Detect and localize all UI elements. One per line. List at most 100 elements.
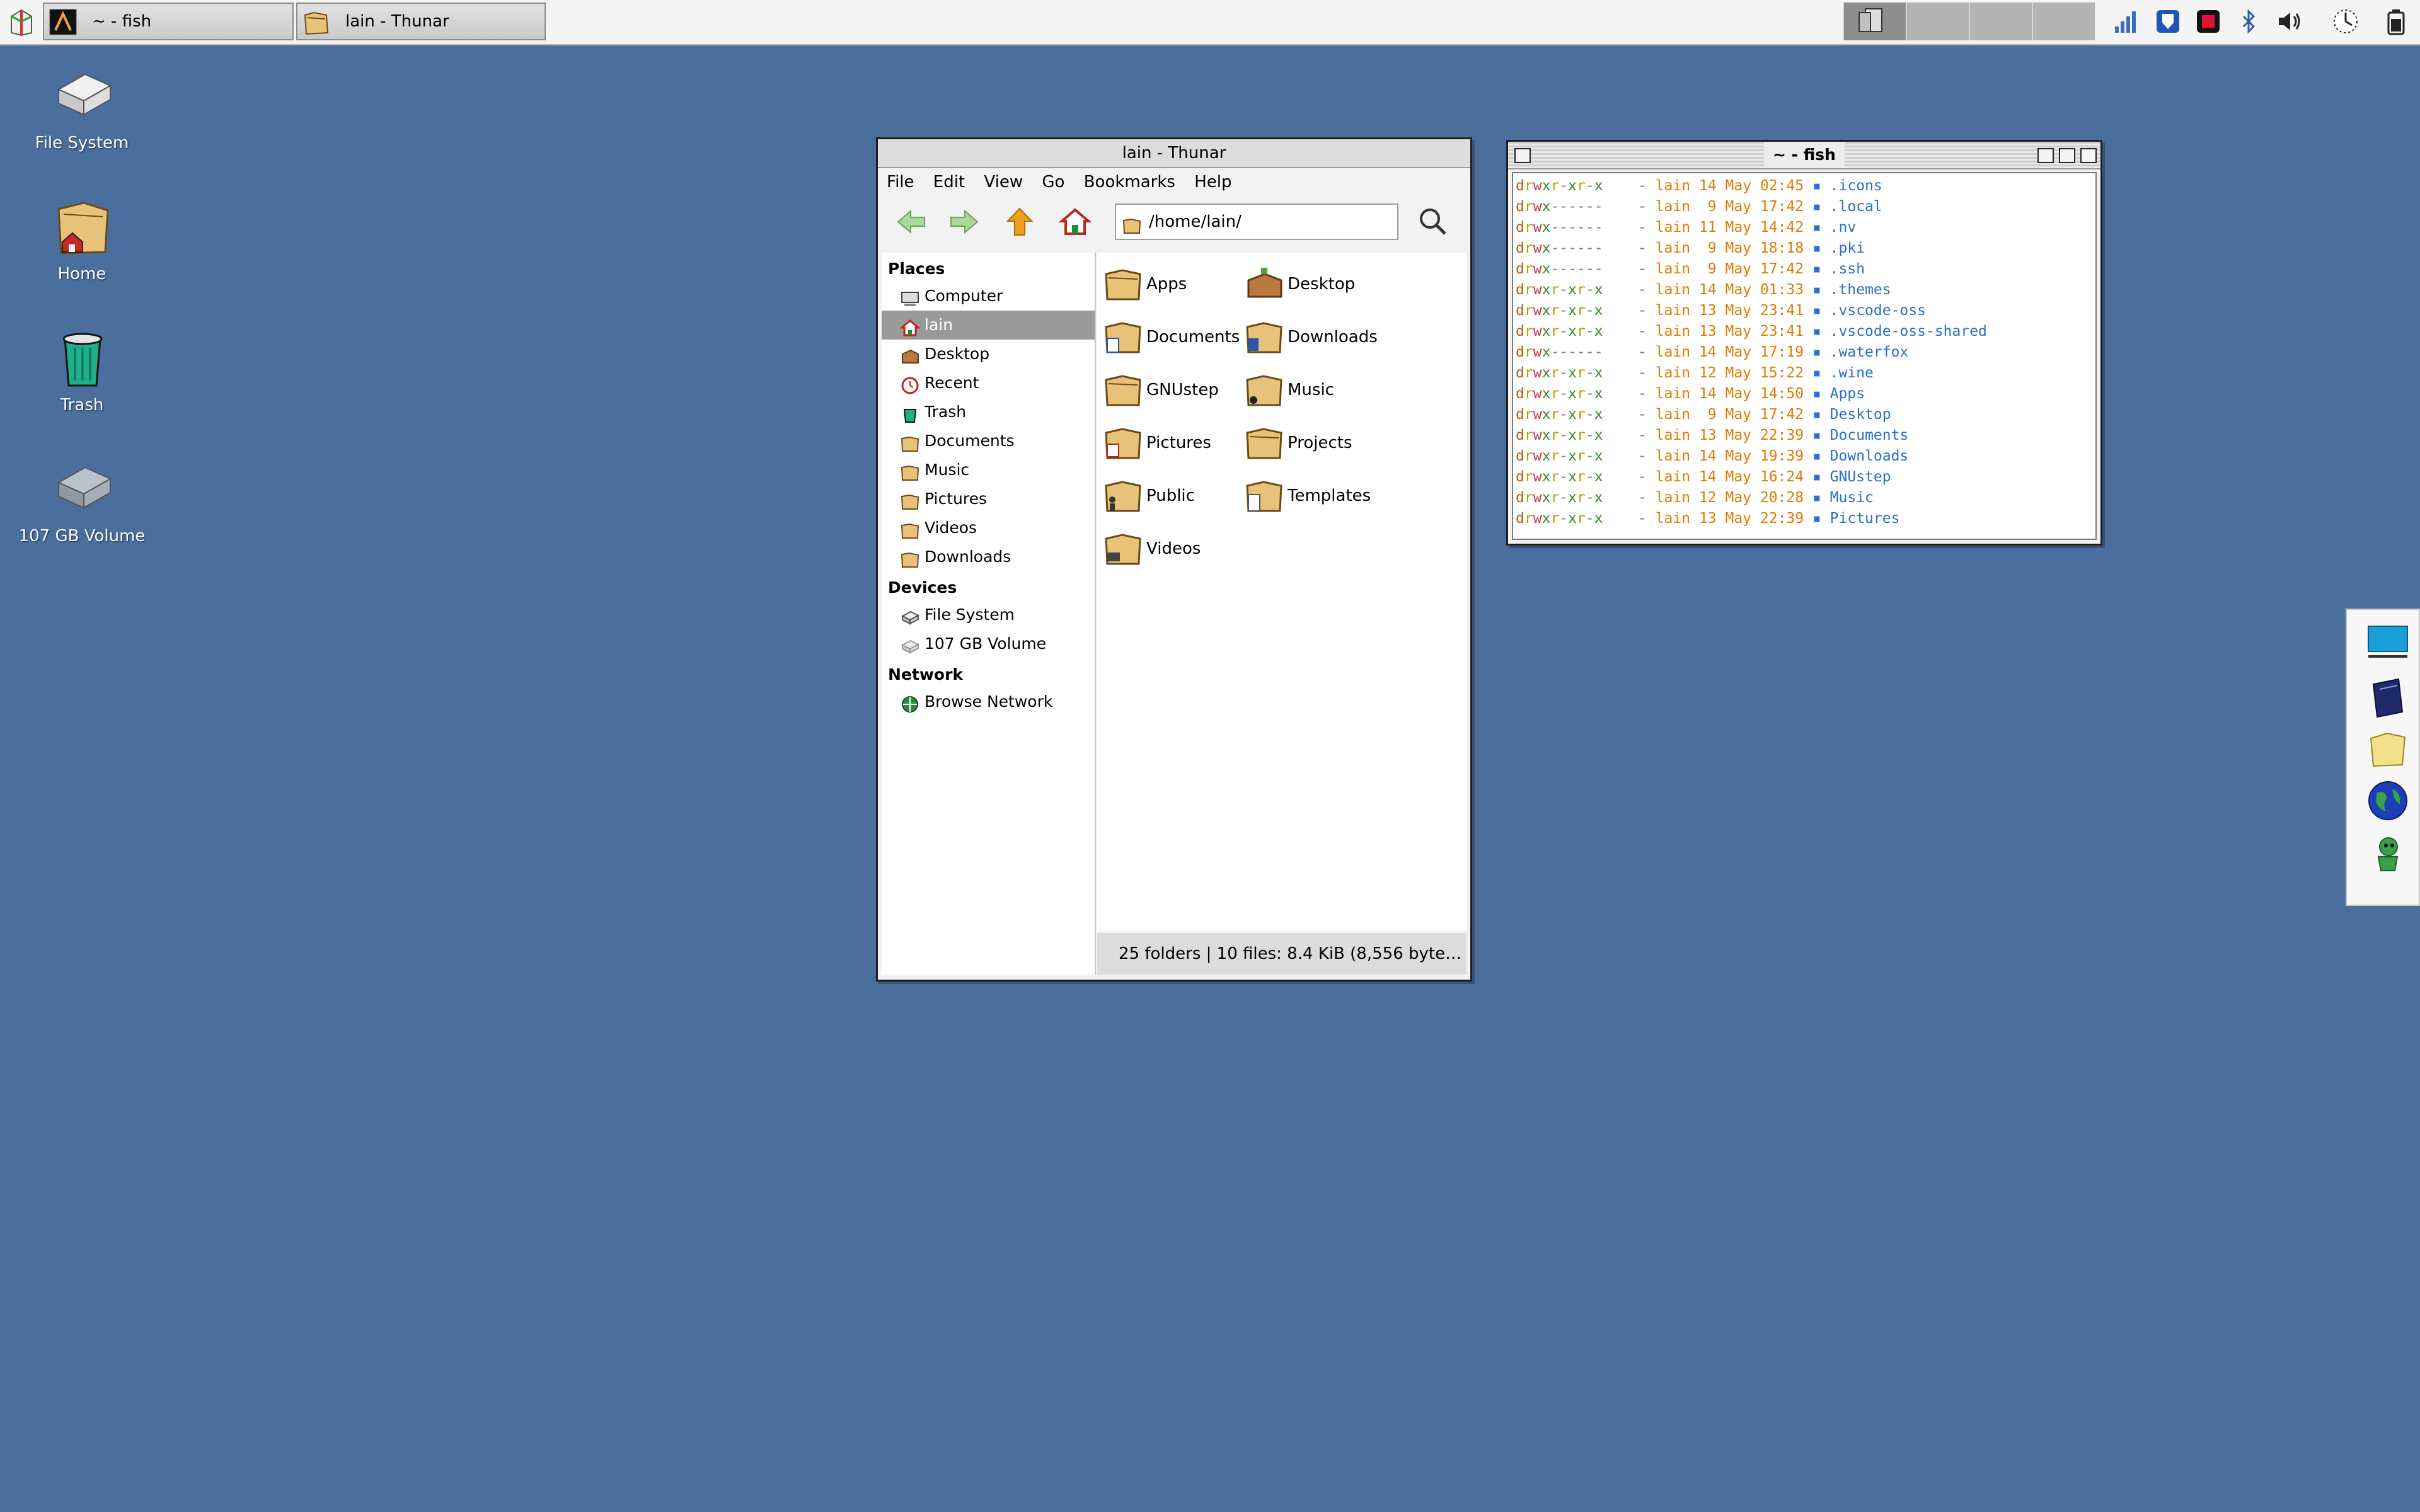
workspace-4[interactable] [2032,3,2095,40]
terminal-output[interactable]: drwxr-xr-x - lain 14 May 02:45 ▪ .icons d… [1512,172,2097,540]
sidebar-item-videos[interactable]: Videos [882,513,1095,542]
terminal-permissions: drwxr-xr-x [1516,386,1603,402]
folder-icon: ▪ [1804,323,1830,340]
network-icon [901,694,919,713]
clock-icon[interactable] [2332,8,2360,35]
taskbar-item-terminal[interactable]: ~ - fish [43,3,294,40]
folder-icon: ▪ [1804,386,1830,402]
desktop-icon-home[interactable]: Home [13,192,151,284]
terminal-filename: Desktop [1829,406,1891,423]
file-item-public[interactable]: Public [1101,469,1240,522]
bluetooth-icon[interactable] [2235,8,2262,35]
sidebar-item-pictures[interactable]: Pictures [882,484,1095,513]
folder-icon: ▪ [1804,406,1830,423]
desktop-icon-file-system[interactable]: File System [13,60,151,152]
window-titlebar[interactable]: ~ - fish [1508,142,2100,169]
terminal-line: drwx------ - lain 9 May 17:42 ▪ .ssh [1516,261,1865,277]
folder-icon: ▪ [1804,282,1830,298]
terminal-owner: lain [1655,323,1691,340]
close-button[interactable] [1514,148,1531,163]
folder-app-icon[interactable] [2366,727,2410,771]
file-item-downloads[interactable]: Downloads [1242,311,1381,364]
battery-icon[interactable] [2382,8,2410,35]
folder-icon [901,549,919,568]
search-button[interactable] [1416,206,1450,238]
terminal-line: drwxr-xr-x - lain 14 May 02:45 ▪ .icons [1516,178,1882,194]
home-button[interactable] [1058,206,1092,238]
back-button[interactable] [894,206,928,238]
sidebar-item-recent[interactable]: Recent [882,369,1095,398]
gnu-app-icon[interactable] [2366,829,2410,873]
folder-icon: ▪ [1804,344,1830,360]
desktop-icon-volume[interactable]: 107 GB Volume [13,454,151,546]
menu-view[interactable]: View [984,173,1023,192]
menu-file[interactable]: File [887,173,914,192]
maximize-button[interactable] [2059,148,2075,163]
bitwarden-icon[interactable] [2154,8,2182,35]
videos-folder-icon [1103,531,1143,566]
workspace-2[interactable] [1906,3,1969,40]
sidebar-item-volume[interactable]: 107 GB Volume [882,629,1095,658]
file-item-videos[interactable]: Videos [1101,522,1240,575]
desktop-icon-trash[interactable]: Trash [13,323,151,415]
sidebar-item-trash[interactable]: Trash [882,398,1095,427]
terminal-filename: .ssh [1829,261,1865,277]
file-item-gnustep[interactable]: GNUstep [1101,364,1240,416]
minimize-button[interactable] [2080,148,2097,163]
workspace-1[interactable] [1843,3,1906,40]
location-path: /home/lain/ [1149,212,1242,231]
window-title[interactable]: lain - Thunar [878,139,1470,168]
sidebar-item-file-system[interactable]: File System [882,600,1095,629]
file-item-documents[interactable]: Documents [1101,311,1240,364]
terminal-line: drwx------ - lain 11 May 14:42 ▪ .nv [1516,219,1857,236]
folder-icon [1245,425,1284,461]
file-item-templates[interactable]: Templates [1242,469,1381,522]
pictures-folder-icon [1103,425,1143,461]
up-button[interactable] [1003,206,1037,238]
terminal-permissions: drwxr-xr-x [1516,469,1603,485]
terminal-filename: GNUstep [1829,469,1891,485]
arrow-left-icon [897,209,925,234]
home-folder-icon [47,192,117,261]
record-icon[interactable] [2194,8,2222,35]
location-bar[interactable]: /home/lain/ [1115,203,1398,240]
terminal-line: drwxr-xr-x - lain 12 May 15:22 ▪ .wine [1516,365,1874,381]
forward-button[interactable] [947,206,981,238]
terminal-owner: lain [1655,240,1691,256]
terminal-window: ~ - fish drwxr-xr-x - lain 14 May 02:45 … [1506,140,2102,546]
file-item-pictures[interactable]: Pictures [1101,416,1240,469]
public-folder-icon [1103,478,1143,513]
network-signal-icon[interactable] [2112,8,2140,35]
drive-icon [901,636,920,654]
volume-icon[interactable] [2276,8,2304,35]
terminal-date: 9 May 17:42 [1698,406,1804,423]
sidebar-item-documents[interactable]: Documents [882,427,1095,455]
sidebar-item-downloads[interactable]: Downloads [882,542,1095,571]
sidebar-item-computer[interactable]: Computer [882,282,1095,311]
shade-button[interactable] [2037,148,2054,163]
file-item-projects[interactable]: Projects [1242,416,1381,469]
terminal-app-icon[interactable] [2366,622,2410,667]
workspace-3[interactable] [1969,3,2032,40]
menu-edit[interactable]: Edit [933,173,965,192]
documents-folder-icon [1103,319,1143,355]
terminal-date: 14 May 02:45 [1698,178,1804,194]
sidebar-item-desktop[interactable]: Desktop [882,340,1095,369]
globe-app-icon[interactable] [2366,779,2410,823]
taskbar-item-thunar[interactable]: lain - Thunar [296,3,546,40]
file-item-apps[interactable]: Apps [1101,258,1240,311]
app-menu-icon[interactable] [9,8,34,37]
trash-icon [901,404,919,423]
sidebar-item-lain[interactable]: lain [882,311,1095,340]
sidebar-item-browse-network[interactable]: Browse Network [882,687,1095,716]
sidebar-item-music[interactable]: Music [882,455,1095,484]
thunar-window: lain - Thunar File Edit View Go Bookmark… [876,137,1472,982]
menu-bookmarks[interactable]: Bookmarks [1084,173,1175,192]
file-item-music[interactable]: Music [1242,364,1381,416]
desktop-icon-label: 107 GB Volume [18,527,146,546]
notebook-app-icon[interactable] [2366,675,2410,719]
file-item-desktop[interactable]: Desktop [1242,258,1381,311]
menu-help[interactable]: Help [1194,173,1231,192]
menu-go[interactable]: Go [1042,173,1064,192]
home-icon [1058,208,1092,235]
